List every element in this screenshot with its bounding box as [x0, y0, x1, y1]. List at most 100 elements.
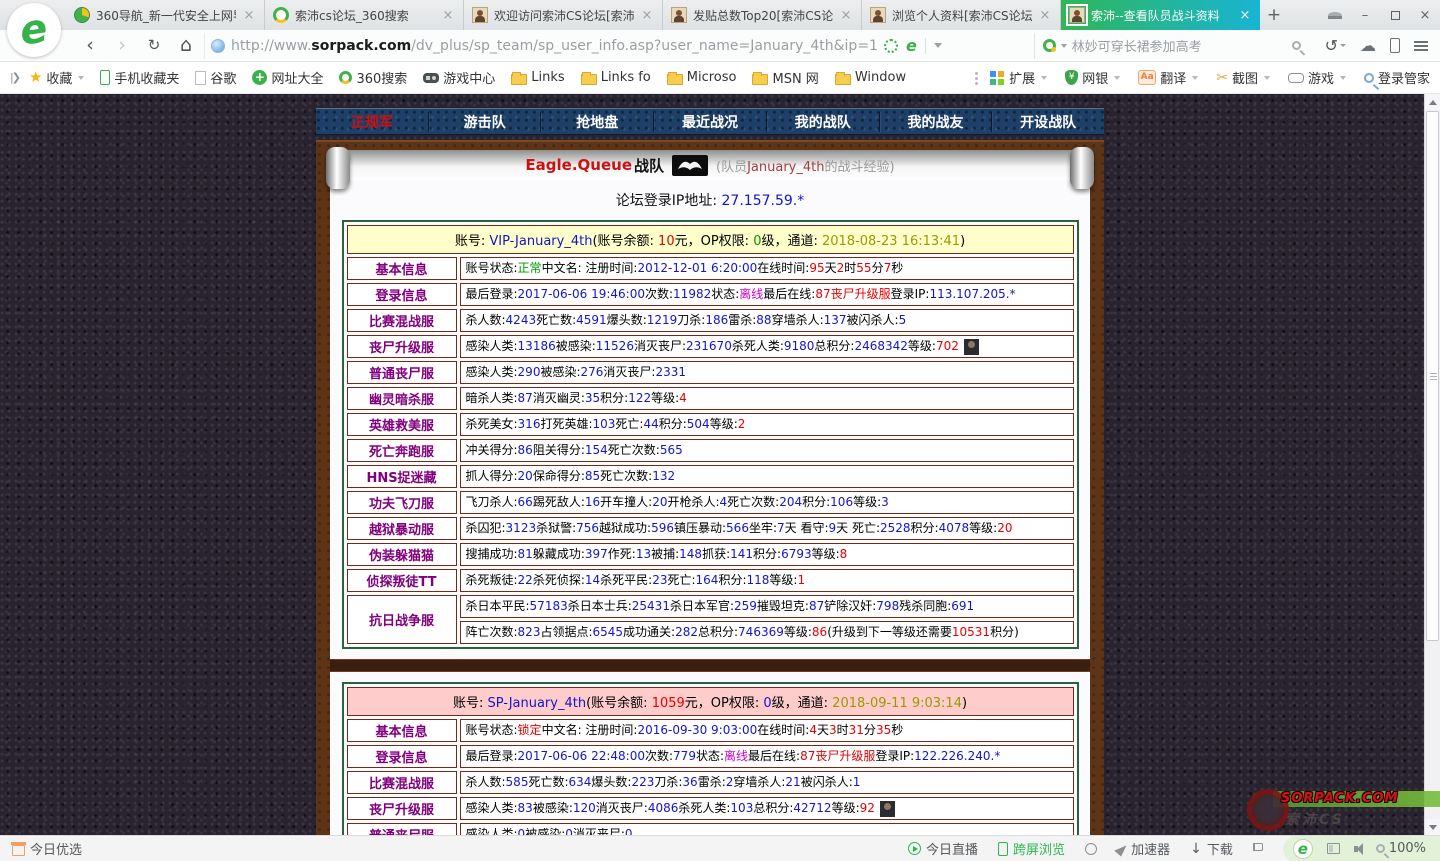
bookmark-item[interactable]: 360搜索: [339, 68, 407, 87]
tab-close-icon[interactable]: ×: [1038, 8, 1052, 23]
status-item-play[interactable]: 今日直播: [908, 839, 978, 858]
toolbar-item-aa[interactable]: Aa翻译: [1138, 68, 1198, 87]
tab-close-icon[interactable]: ×: [441, 8, 455, 23]
stats-row: 越狱暴动服杀囚犯: 3123 杀狱警: 756 越狱成功: 596 镇压暴动: …: [347, 517, 1074, 540]
aa-icon: Aa: [1138, 70, 1156, 85]
toolbar-item-key[interactable]: 登录管家: [1364, 68, 1430, 87]
browser-tab[interactable]: 索沛--查看队员战斗资料×: [1061, 0, 1260, 30]
back-button[interactable]: ‹: [76, 36, 104, 55]
stats-row: 比赛混战服杀人数: 585 死亡数: 634 爆头数: 223 刀杀: 36 雷…: [347, 771, 1074, 794]
toolbar-item-grid[interactable]: 扩展: [990, 68, 1047, 87]
status-item-down[interactable]: ↓下载: [1190, 839, 1233, 858]
stats-row: 基本信息账号状态: 锁定 中文名: 注册时间: 2016-09-30 9:03:…: [347, 719, 1074, 742]
stats-row-content: 暗杀人类: 87 消灭幽灵: 35 积分: 122 等级: 4: [460, 387, 1074, 410]
scrollbar-thumb[interactable]: [1426, 111, 1439, 641]
scroll-up-icon[interactable]: [1425, 94, 1440, 110]
compat-mode-icon[interactable]: e: [906, 38, 917, 54]
url-dropdown-icon[interactable]: [934, 43, 942, 48]
search-icon[interactable]: [1292, 41, 1301, 50]
tab-close-icon[interactable]: ×: [839, 8, 853, 23]
status-item-flag[interactable]: [1253, 843, 1263, 855]
bookmarks-expand-icon[interactable]: |❯: [10, 71, 19, 84]
search-box[interactable]: 林妙可穿长裙参加高考: [1034, 33, 1309, 59]
browser-logo-icon[interactable]: e: [7, 3, 61, 57]
browser-tab[interactable]: 欢迎访问索沛CS论坛[索沛C×: [464, 0, 663, 30]
stats-row-label: 普通丧尸服: [347, 361, 457, 384]
bookmark-item[interactable]: Window: [835, 70, 906, 85]
zoom-control[interactable]: 100%: [1376, 841, 1426, 856]
forum-ip-line: 论坛登录IP地址: 27.157.59.*: [330, 186, 1090, 218]
account-header: 账号: SP-January_4th(账号余额: 1059元，OP权限: 0级，…: [347, 687, 1074, 716]
close-button[interactable]: ×: [1410, 0, 1440, 30]
stats-row-content: 感染人类: 83 被感染: 120 消灭丧尸: 4086 杀死人类: 103 总…: [460, 797, 1074, 820]
nav-item[interactable]: 抢地盘: [541, 112, 654, 132]
browser-tab[interactable]: 索沛cs论坛_360搜索×: [265, 0, 464, 30]
nav-item[interactable]: 正规军: [316, 112, 429, 132]
new-tab-button[interactable]: +: [1260, 0, 1288, 30]
undo-button[interactable]: ↺: [1325, 36, 1346, 55]
speed-mode-icon[interactable]: [884, 39, 898, 53]
stats-row: 抗日战争服杀日本平民: 57183 杀日本士兵: 25431 杀日本军官: 25…: [347, 595, 1074, 644]
tab-close-icon[interactable]: ×: [242, 8, 256, 23]
theme-skin-icon[interactable]: [1320, 0, 1350, 30]
stats-row-label: 丧尸升级服: [347, 335, 457, 358]
tab-label: 360导航_新一代安全上网导: [96, 7, 236, 24]
forum-ip-value: 27.157.59.*: [722, 193, 805, 209]
nav-item[interactable]: 我的战友: [880, 112, 993, 132]
bookmark-item[interactable]: 谷歌: [195, 68, 236, 87]
search-input[interactable]: 林妙可穿长裙参加高考: [1072, 36, 1287, 55]
minimize-button[interactable]: –: [1350, 0, 1380, 30]
stats-line: 感染人类: 13186 被感染: 11526 消灭丧尸: 231670 杀死人类…: [460, 335, 1074, 358]
browser-tab[interactable]: 浏览个人资料[索沛CS论坛]×: [862, 0, 1061, 30]
doc-icon: [195, 71, 206, 85]
tab-close-icon[interactable]: ×: [1238, 8, 1252, 23]
stats-row-content: 搜捕成功: 81 躲藏成功: 397 作死: 13 被捕: 148 抓获: 14…: [460, 543, 1074, 566]
chevron-down-icon: [1041, 76, 1047, 80]
bookmark-item[interactable]: MSN 网: [752, 68, 818, 87]
bookmark-item[interactable]: +网址大全: [252, 68, 323, 87]
search-engine-dropdown-icon[interactable]: [1061, 44, 1067, 48]
stats-row: 幽灵暗杀服暗杀人类: 87 消灭幽灵: 35 积分: 122 等级: 4: [347, 387, 1074, 410]
bookmark-item[interactable]: Microso: [667, 70, 737, 85]
mobile-icon[interactable]: [1390, 38, 1400, 53]
overflow-dots-icon[interactable]: [975, 72, 978, 75]
browser-tab[interactable]: 360导航_新一代安全上网导 ×: [66, 0, 265, 30]
status-item-sphone[interactable]: 跨屏浏览: [998, 839, 1065, 858]
nav-item[interactable]: 最近战况: [654, 112, 767, 132]
toolbar-label: 登录管家: [1378, 68, 1430, 87]
menu-icon[interactable]: [1414, 41, 1428, 43]
browser-tab[interactable]: 发贴总数Top20[索沛CS论坛×: [663, 0, 862, 30]
chevron-down-icon: [78, 76, 84, 80]
speaker-icon[interactable]: [1354, 846, 1358, 852]
stats-row-label: 比赛混战服: [347, 771, 457, 794]
nav-item[interactable]: 我的战队: [767, 112, 880, 132]
vertical-scrollbar[interactable]: [1424, 94, 1440, 835]
maximize-button[interactable]: [1380, 0, 1410, 30]
status-item-rocket[interactable]: 加速器: [1117, 839, 1170, 858]
toolbar-item-pad2[interactable]: 游戏: [1288, 68, 1346, 87]
status-item-clock[interactable]: [1085, 843, 1097, 855]
key-icon: [1364, 73, 1374, 83]
toolbar-item-shield[interactable]: ¥网银: [1065, 68, 1120, 87]
bookmark-item[interactable]: Links fo: [581, 70, 651, 85]
bookmark-item[interactable]: 手机收藏夹: [100, 68, 179, 87]
tab-close-icon[interactable]: ×: [640, 8, 654, 23]
nav-item[interactable]: 开设战队: [992, 112, 1104, 132]
clock-icon: [1085, 843, 1097, 855]
bookmark-item[interactable]: Links: [511, 70, 564, 85]
url-field[interactable]: http://www.sorpack.com/dv_plus/sp_team/s…: [204, 33, 1030, 59]
forward-button[interactable]: ›: [108, 36, 136, 55]
home-button[interactable]: ⌂: [172, 36, 200, 55]
nav-item[interactable]: 游击队: [429, 112, 542, 132]
bookmark-item[interactable]: ★收藏: [29, 68, 84, 87]
status-left-item[interactable]: 今日优选: [0, 839, 82, 858]
cloud-sync-icon[interactable]: ☁: [1360, 36, 1376, 55]
stats-row: 功夫飞刀服飞刀杀人: 66 踢死敌人: 16 开车撞人: 20 开枪杀人: 4 …: [347, 491, 1074, 514]
browser-mini-logo-icon[interactable]: e: [1293, 839, 1313, 859]
bookmark-item[interactable]: 游戏中心: [423, 68, 495, 87]
sidebar-toggle-icon[interactable]: [1327, 843, 1340, 854]
refresh-button[interactable]: ↻: [140, 38, 168, 53]
toolbar-item-cut[interactable]: ✂截图: [1216, 68, 1270, 87]
team-banner: Eagle.Queue战队 (队员January_4th的战斗经验): [332, 150, 1088, 180]
stats-row: 死亡奔跑服冲关得分: 86 阻关得分: 154 死亡次数: 565: [347, 439, 1074, 462]
